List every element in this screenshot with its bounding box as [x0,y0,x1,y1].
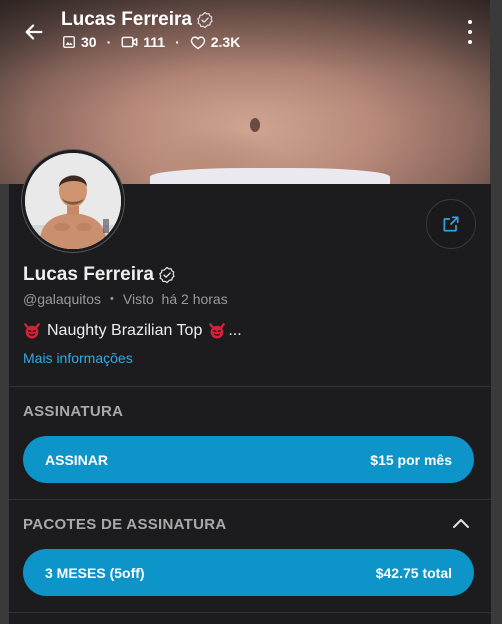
bundle-price: $42.75 total [375,564,452,581]
back-button[interactable] [20,18,48,46]
bio-text: Naughty Brazilian Top [47,322,203,339]
header-title: Lucas Ferreira [61,9,214,31]
video-icon [121,36,138,48]
avatar-image [25,153,121,249]
divider [9,499,491,500]
header-stats: 30 · 111 · 2.3K [62,34,240,50]
bundles-section-label: PACOTES DE ASSINATURA [23,516,227,533]
subscribe-button-label: ASSINAR [45,451,109,468]
header-name: Lucas Ferreira [61,9,192,30]
divider [9,386,491,387]
more-vertical-icon [468,20,472,24]
verified-badge-icon [159,266,175,284]
username: @galaquitos [23,291,102,307]
top-bar: Lucas Ferreira 30 · 111 · 2.3K [0,0,502,60]
last-seen: Visto há 2 horas [122,291,228,307]
videos-stat[interactable]: 111 [121,34,165,50]
bundle-label: 3 MESES (5off) [45,564,145,581]
likes-stat[interactable]: 2.3K [190,34,241,50]
devil-emoji-icon [24,323,40,339]
avatar[interactable] [22,150,124,252]
profile-meta: @galaquitos • Visto há 2 horas [23,291,228,307]
share-icon [443,216,459,232]
share-button[interactable] [426,199,476,249]
videos-count: 111 [143,34,166,50]
heart-icon [190,35,205,49]
bio: Naughty Brazilian Top ... [23,322,242,340]
arrow-left-icon [25,24,43,40]
more-info-link[interactable]: Mais informações [23,350,133,366]
likes-count: 2.3K [210,34,241,50]
more-options-button[interactable] [462,20,478,44]
profile-page: Lucas Ferreira 30 · 111 · 2.3K Lucas Fer… [0,0,502,624]
profile-name: Lucas Ferreira [23,264,176,286]
image-icon [63,36,75,48]
chevron-up-icon[interactable] [452,517,470,529]
verified-badge-icon [197,11,213,29]
divider [9,612,491,613]
bundle-3-months-button[interactable]: 3 MESES (5off) $42.75 total [23,549,474,596]
photos-count: 30 [81,34,97,50]
subscribe-button-price: $15 por mês [370,451,452,468]
profile-name-text: Lucas Ferreira [23,264,154,285]
bio-ellipsis: ... [228,322,242,339]
devil-emoji-icon [209,323,226,339]
subscription-section-label: ASSINATURA [23,403,124,420]
photos-stat[interactable]: 30 [62,34,97,50]
subscribe-button[interactable]: ASSINAR $15 por mês [23,436,474,483]
